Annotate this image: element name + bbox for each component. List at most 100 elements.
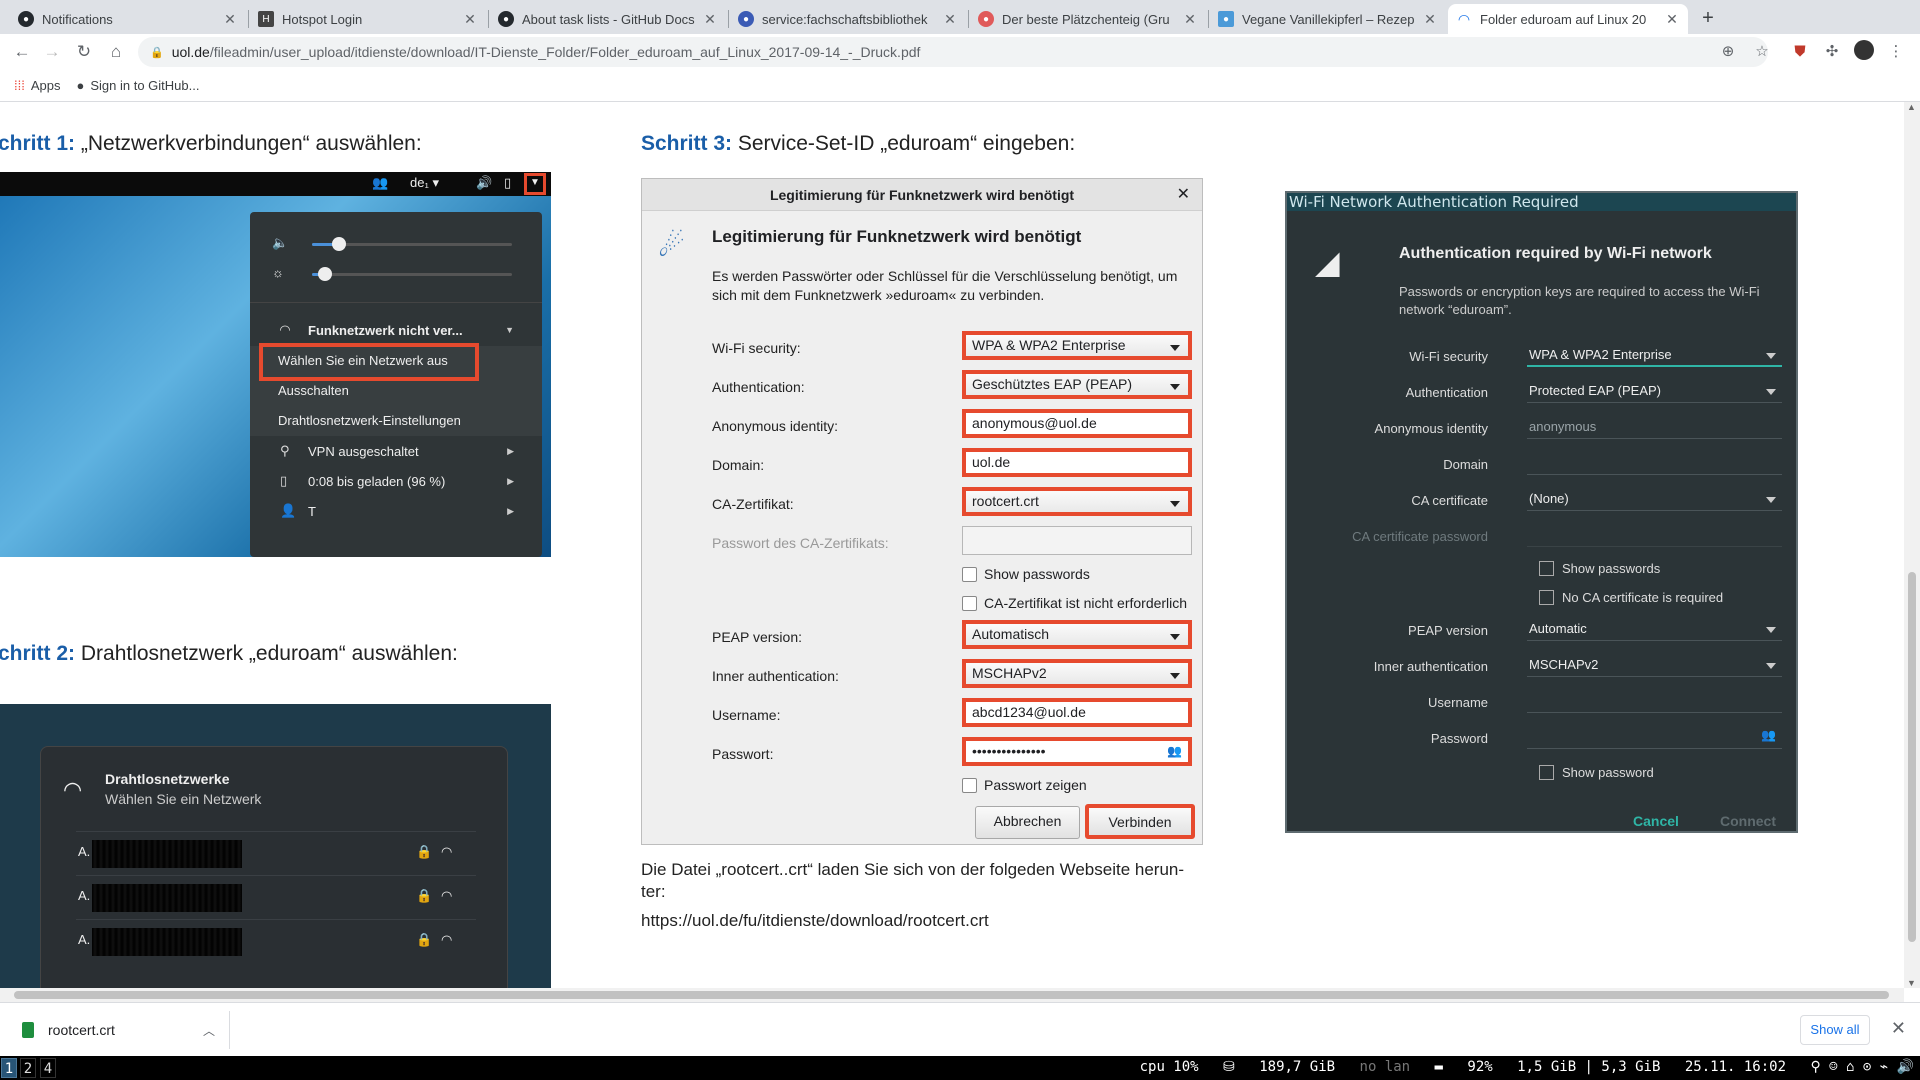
domain-field: uol.de [962,448,1192,477]
wifi-signal-icon: ◠ [441,932,453,947]
scrollbar-thumb[interactable] [1908,572,1916,942]
vertical-scrollbar[interactable]: ▲ ▼ [1904,102,1920,988]
field-value: MSCHAPv2 [1529,657,1599,672]
checkbox-label: Passwort zeigen [984,777,1087,793]
tab-hotspot-login[interactable]: H Hotspot Login ✕ [250,4,486,34]
close-tab-icon[interactable]: ✕ [1664,11,1680,28]
file-icon [22,1022,34,1038]
checkbox-box [962,566,977,582]
tab-vanillekipferl[interactable]: ● Vegane Vanillekipferl – Rezep ✕ [1210,4,1446,34]
divider [250,302,542,303]
extensions-icon[interactable]: ✣ [1820,40,1844,64]
avatar[interactable] [1852,40,1876,64]
close-tab-icon[interactable]: ✕ [222,11,238,28]
dialog-description: Es werden Passwörter oder Schlüssel für … [712,268,1178,303]
close-tab-icon[interactable]: ✕ [462,11,478,28]
close-tab-icon[interactable]: ✕ [1182,11,1198,28]
step-text: „Netzwerkverbindungen“ auswählen: [75,132,422,155]
step-text: Service-Set-ID „eduroam“ eingeben: [732,132,1076,155]
battery-label: 0:08 bis geladen (96 %) [308,473,446,489]
workspace-button[interactable]: 1 [1,1058,17,1078]
url-host: uol.de [171,44,210,60]
new-tab-button[interactable]: + [1694,4,1722,32]
peap-version-select: Automatic [1527,617,1782,641]
wifi-security-select: WPA & WPA2 Enterprise [962,331,1192,360]
home-icon[interactable]: ⌂ [104,40,128,64]
no-ca-checkbox: No CA certificate is required [1539,590,1723,605]
dropdown-caret-icon [1170,501,1180,507]
workspace-button[interactable]: 4 [40,1058,56,1078]
bookmark-github[interactable]: ● Sign in to GitHub... [76,78,199,93]
disk-value: 189,7 GiB [1259,1059,1336,1075]
label-wifi-security: Wi-Fi security: [712,340,801,356]
label-anonymous-identity: Anonymous identity [1374,421,1488,436]
ca-certificate-select: (None) [1527,487,1782,511]
tab-eduroam-pdf[interactable]: ◠ Folder eduroam auf Linux 20 ✕ [1448,4,1688,34]
label-ca-password: Passwort des CA-Zertifikats: [712,535,889,551]
lan-status: no lan [1359,1059,1411,1075]
tab-plaetzchenteig[interactable]: ● Der beste Plätzchenteig (Gru ✕ [970,4,1206,34]
close-tab-icon[interactable]: ✕ [942,11,958,28]
wifi-icon: ◢ [1315,244,1340,280]
checkbox-label: Show password [1562,765,1654,780]
tab-title: Notifications [42,11,113,27]
menu-kebab-icon[interactable]: ⋮ [1884,40,1908,64]
step-3-heading: Schritt 3: Service-Set-ID „eduroam“ eing… [641,132,1075,156]
reload-icon[interactable]: ↻ [72,40,96,64]
dialog-titlebar: Legitimierung für Funknetzwerk wird benö… [642,179,1202,211]
tab-fachschaft[interactable]: ● service:fachschaftsbibliothek ✕ [730,4,966,34]
username-field [1527,689,1782,713]
close-tab-icon[interactable]: ✕ [1422,11,1438,28]
lock-icon: 🔒 [416,844,433,859]
label-inner-authentication: Inner authentication: [712,668,839,684]
field-value: abcd1234@uol.de [972,704,1086,720]
checkbox-label: CA-Zertifikat ist nicht erforderlich [984,595,1188,611]
lock-icon: 🔒 [150,46,164,59]
wiki-icon: ● [738,11,754,27]
github-icon: ● [76,78,85,93]
forward-icon[interactable]: → [40,40,64,64]
bookmark-apps[interactable]: ⁞⁞⁞ Apps [14,78,60,93]
h5-icon: H [258,11,274,27]
i3-status-bar: 1 2 4 cpu 10% ⛁ 189,7 GiB no lan ▬ 92% 1… [0,1056,1920,1080]
zoom-icon[interactable]: ⊕ [1716,40,1740,64]
tab-title: service:fachschaftsbibliothek [762,11,928,27]
bookmark-star-icon[interactable]: ☆ [1750,40,1774,64]
dark-auth-dialog-screenshot: Wi-Fi Network Authentication Required ◢ … [1285,191,1798,833]
label-username: Username: [712,707,781,723]
tab-notifications[interactable]: ● Notifications ✕ [10,4,246,34]
label-ca-password: CA certificate password [1352,529,1488,544]
scroll-down-icon[interactable]: ▼ [1907,978,1916,988]
scroll-up-icon[interactable]: ▲ [1907,102,1916,112]
close-icon[interactable]: ✕ [1891,1018,1906,1039]
field-value: WPA & WPA2 Enterprise [1529,347,1672,362]
wifi-signal-icon: ◠ [441,888,453,903]
label-domain: Domain: [712,457,765,473]
horizontal-scrollbar[interactable] [0,988,1904,1002]
redacted-block [92,840,242,868]
scrollbar-thumb[interactable] [14,991,1889,999]
close-tab-icon[interactable]: ✕ [702,11,718,28]
chevron-up-icon[interactable]: ︿ [203,1022,215,1039]
workspace-button[interactable]: 2 [20,1058,36,1078]
checkbox-box [1539,590,1554,605]
dialog-heading: Authentication required by Wi-Fi network [1399,245,1712,262]
chevron-right-icon: ▶ [507,445,514,456]
tab-github-docs[interactable]: ● About task lists - GitHub Docs ✕ [490,4,726,34]
back-icon[interactable]: ← [10,40,34,64]
url-text: uol.de/fileadmin/user_upload/itdienste/d… [172,44,921,60]
tab-separator [1208,10,1209,28]
keyboard-layout: de₁ ▾ [410,175,439,190]
pdf-viewport[interactable]: chritt 1: „Netzwerkverbindungen“ auswähl… [0,102,1904,988]
connect-button: Verbinden [1085,804,1195,839]
dialog-description: Passwords or encryption keys are require… [1399,284,1760,317]
recipe-icon: ● [978,11,994,27]
step-1-heading: chritt 1: „Netzwerkverbindungen“ auswähl… [0,132,422,156]
download-item[interactable]: rootcert.crt ︿ [10,1011,230,1049]
label-authentication: Authentication: [712,379,805,395]
ublock-icon[interactable]: ⛊ [1788,40,1812,64]
show-all-button[interactable]: Show all [1800,1015,1870,1045]
peap-version-select: Automatisch [962,620,1192,649]
wifi-list-title: Drahtlosnetzwerke [105,771,230,787]
address-bar[interactable]: 🔒 uol.de/fileadmin/user_upload/itdienste… [138,37,1768,67]
